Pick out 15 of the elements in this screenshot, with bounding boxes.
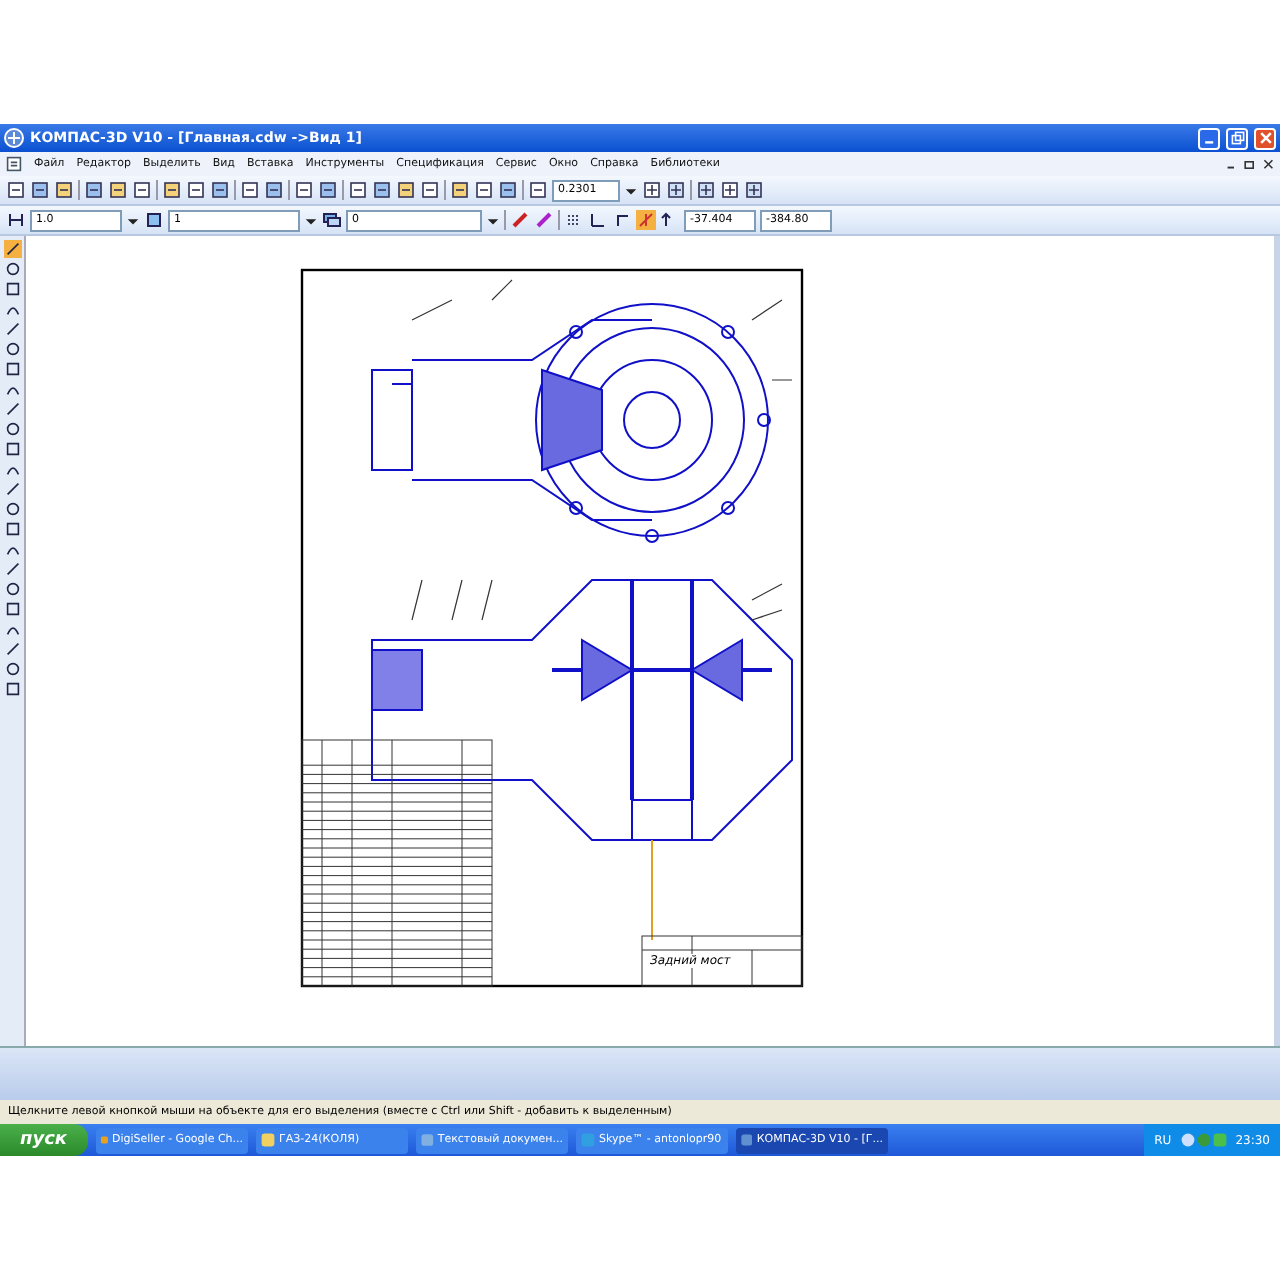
close-button[interactable]	[1254, 127, 1276, 149]
ortho-icon[interactable]	[612, 210, 632, 230]
minimize-button[interactable]	[1198, 127, 1220, 149]
line-style-icon[interactable]	[510, 210, 530, 230]
tray-icons[interactable]	[1179, 1132, 1228, 1148]
local-axes-icon[interactable]	[588, 210, 608, 230]
restore-button[interactable]	[1226, 127, 1248, 149]
line-color-icon[interactable]	[534, 210, 554, 230]
close-icon	[1257, 130, 1273, 146]
step-icon[interactable]	[6, 210, 26, 230]
app-logo-icon	[4, 128, 24, 148]
restore-icon	[1229, 130, 1245, 146]
grid-icon[interactable]	[564, 210, 584, 230]
view-cube-icon[interactable]	[144, 210, 164, 230]
document-window-controls-icon[interactable]	[1226, 157, 1274, 171]
